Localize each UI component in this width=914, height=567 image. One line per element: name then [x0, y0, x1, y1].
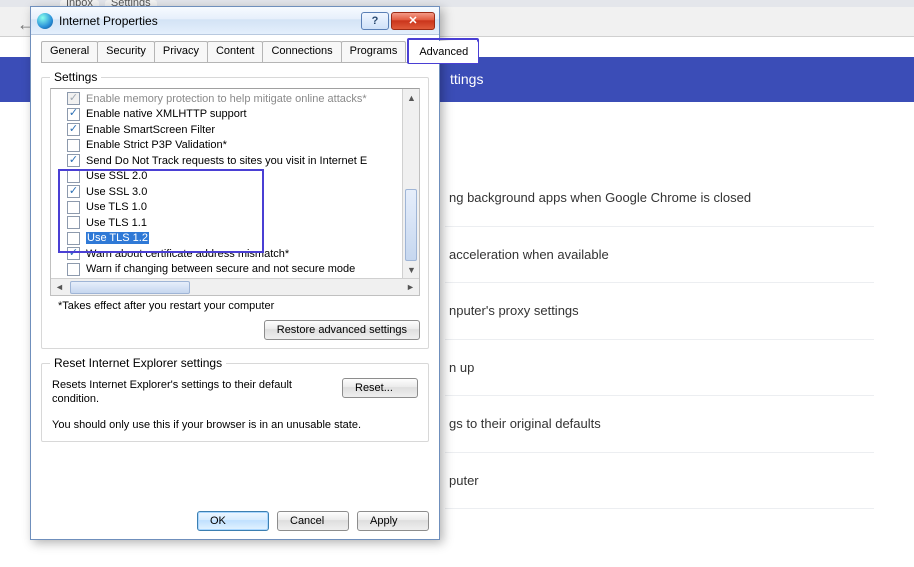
- setting-checkbox-item[interactable]: Use TLS 1.0: [67, 200, 417, 216]
- setting-label: Use SSL 2.0: [86, 170, 147, 182]
- scroll-down-icon[interactable]: ▼: [403, 261, 420, 278]
- chrome-settings-items: ng background apps when Google Chrome is…: [445, 170, 874, 509]
- checkbox[interactable]: [67, 232, 80, 245]
- setting-label: Send Do Not Track requests to sites you …: [86, 155, 367, 167]
- setting-label: Enable Strict P3P Validation*: [86, 139, 227, 151]
- scroll-thumb[interactable]: [70, 281, 190, 294]
- setting-checkbox-item[interactable]: Enable native XMLHTTP support: [67, 107, 417, 123]
- tab-content[interactable]: Content: [207, 41, 264, 62]
- chrome-setting-fragment[interactable]: nputer's proxy settings: [445, 283, 874, 340]
- globe-icon: [37, 13, 53, 29]
- setting-label: Use TLS 1.2: [86, 232, 149, 244]
- setting-checkbox-item[interactable]: Enable Strict P3P Validation*: [67, 138, 417, 154]
- dialog-button-row: OK Cancel Apply: [41, 505, 429, 531]
- apply-button[interactable]: Apply: [357, 511, 429, 531]
- setting-checkbox-item[interactable]: Send Do Not Track requests to sites you …: [67, 153, 417, 169]
- dialog-body: General Security Privacy Content Connect…: [31, 35, 439, 539]
- checkbox[interactable]: [67, 263, 80, 276]
- setting-label: Use TLS 1.0: [86, 201, 147, 213]
- close-icon: ✕: [408, 14, 417, 27]
- cancel-button[interactable]: Cancel: [277, 511, 349, 531]
- setting-label: Enable SmartScreen Filter: [86, 124, 215, 136]
- tab-security[interactable]: Security: [97, 41, 155, 62]
- close-button[interactable]: ✕: [391, 12, 435, 30]
- checkbox[interactable]: [67, 247, 80, 260]
- settings-group-label: Settings: [50, 70, 101, 84]
- horizontal-scrollbar[interactable]: ◄ ►: [51, 278, 419, 295]
- advanced-tab-highlight: Advanced: [407, 38, 479, 64]
- tab-general[interactable]: General: [41, 41, 98, 62]
- checkbox[interactable]: [67, 139, 80, 152]
- setting-checkbox-item[interactable]: Warn about certificate address mismatch*: [67, 246, 417, 262]
- setting-label: Warn about certificate address mismatch*: [86, 248, 289, 260]
- setting-label: Use SSL 3.0: [86, 186, 147, 198]
- dialog-title: Internet Properties: [59, 14, 359, 28]
- setting-checkbox-item[interactable]: Use TLS 1.2: [67, 231, 417, 247]
- checkbox[interactable]: [67, 216, 80, 229]
- setting-checkbox-item[interactable]: Use TLS 1.1: [67, 215, 417, 231]
- reset-group: Reset Internet Explorer settings Resets …: [41, 363, 429, 442]
- setting-label: Enable memory protection to help mitigat…: [86, 93, 367, 105]
- reset-warning: You should only use this if your browser…: [52, 419, 418, 431]
- checkbox[interactable]: [67, 92, 80, 105]
- checkbox[interactable]: [67, 108, 80, 121]
- internet-properties-dialog: Internet Properties ? ✕ General Security…: [30, 6, 440, 540]
- scroll-thumb[interactable]: [405, 189, 417, 261]
- restart-note: *Takes effect after you restart your com…: [50, 300, 420, 312]
- reset-group-label: Reset Internet Explorer settings: [50, 356, 226, 370]
- setting-checkbox-item[interactable]: Use SSL 3.0: [67, 184, 417, 200]
- dialog-titlebar[interactable]: Internet Properties ? ✕: [31, 7, 439, 35]
- setting-checkbox-item[interactable]: Warn if changing between secure and not …: [67, 262, 417, 278]
- setting-label: Enable native XMLHTTP support: [86, 108, 247, 120]
- scroll-left-icon[interactable]: ◄: [51, 279, 68, 296]
- scroll-up-icon[interactable]: ▲: [403, 89, 420, 106]
- help-button[interactable]: ?: [361, 12, 389, 30]
- setting-checkbox-item[interactable]: Enable memory protection to help mitigat…: [67, 91, 417, 107]
- checkbox[interactable]: [67, 201, 80, 214]
- tab-connections[interactable]: Connections: [262, 41, 341, 62]
- vertical-scrollbar[interactable]: ▲ ▼: [402, 89, 419, 278]
- tab-advanced[interactable]: Advanced: [409, 41, 478, 63]
- chrome-setting-fragment[interactable]: puter: [445, 453, 874, 510]
- restore-advanced-button[interactable]: Restore advanced settings: [264, 320, 420, 340]
- banner-text-fragment: ttings: [450, 71, 483, 87]
- reset-button[interactable]: Reset...: [342, 378, 418, 398]
- dialog-tabstrip: General Security Privacy Content Connect…: [41, 41, 429, 63]
- setting-label: Use TLS 1.1: [86, 217, 147, 229]
- checkbox[interactable]: [67, 123, 80, 136]
- checkbox[interactable]: [67, 185, 80, 198]
- setting-checkbox-item[interactable]: Use SSL 2.0: [67, 169, 417, 185]
- checkbox[interactable]: [67, 154, 80, 167]
- setting-label: Warn if changing between secure and not …: [86, 263, 355, 275]
- chrome-setting-fragment[interactable]: n up: [445, 340, 874, 397]
- tab-programs[interactable]: Programs: [341, 41, 407, 62]
- chrome-setting-fragment[interactable]: gs to their original defaults: [445, 396, 874, 453]
- tab-privacy[interactable]: Privacy: [154, 41, 208, 62]
- scroll-right-icon[interactable]: ►: [402, 279, 419, 296]
- settings-group: Settings Enable memory protection to hel…: [41, 77, 429, 349]
- settings-list[interactable]: Enable memory protection to help mitigat…: [50, 88, 420, 296]
- ok-button[interactable]: OK: [197, 511, 269, 531]
- help-icon: ?: [372, 15, 379, 27]
- chrome-setting-fragment[interactable]: ng background apps when Google Chrome is…: [445, 170, 874, 227]
- setting-checkbox-item[interactable]: Enable SmartScreen Filter: [67, 122, 417, 138]
- checkbox[interactable]: [67, 170, 80, 183]
- reset-description: Resets Internet Explorer's settings to t…: [52, 378, 330, 407]
- chrome-setting-fragment[interactable]: acceleration when available: [445, 227, 874, 284]
